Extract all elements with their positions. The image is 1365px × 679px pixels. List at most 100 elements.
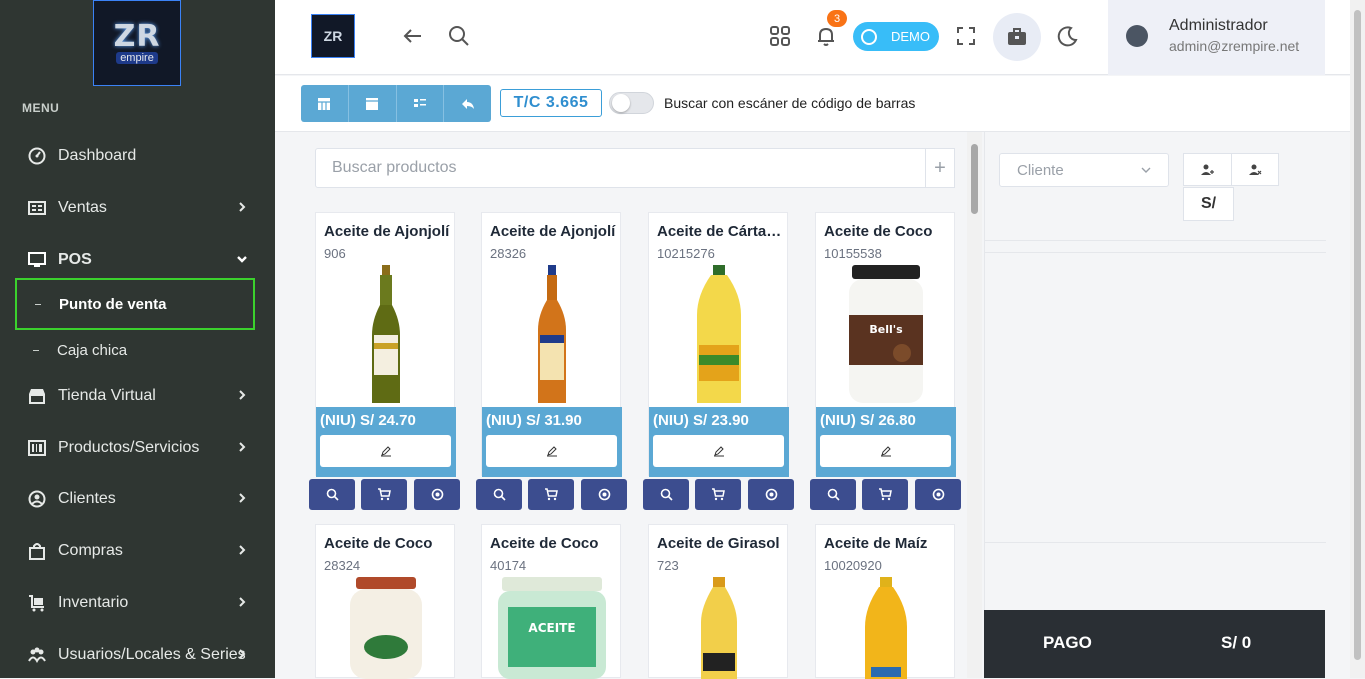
price-options-button[interactable] [915,479,961,510]
sidebar-item-label: POS [58,251,92,268]
product-card[interactable]: Aceite de Maíz 10020920 [815,524,955,679]
product-image [336,265,436,405]
pencil-icon [880,446,891,457]
moon-icon[interactable] [1056,24,1080,48]
logo-text: ZR [113,19,161,54]
product-name: Aceite de Coco [824,223,933,240]
product-card[interactable]: Aceite de Coco 10155538 Bell's (NIU) S/ … [815,212,956,477]
cart-icon [378,488,391,501]
price-options-button[interactable] [414,479,460,510]
pos-toolbar: T/C 3.665 Buscar con escáner de código d… [275,76,1365,132]
dashboard-icon [28,147,46,165]
topbar: ZR 3 DEMO Administrador admin@zrempire.n… [275,0,1365,75]
sidebar-item-compras[interactable]: Compras [0,531,275,571]
product-name: Aceite de Coco [324,535,433,552]
add-client-button[interactable] [1184,154,1232,185]
page-scrollbar-thumb[interactable] [1354,10,1361,660]
product-card[interactable]: Aceite de Coco 28324 [315,524,455,679]
products-scrollbar[interactable] [967,132,982,678]
sidebar-item-tienda-virtual[interactable]: Tienda Virtual [0,376,275,416]
view-product-button[interactable] [643,479,689,510]
add-to-cart-button[interactable] [528,479,574,510]
brand-logo[interactable]: ZR empire [93,0,181,86]
fullscreen-icon[interactable] [954,24,978,48]
view-product-button[interactable] [476,479,522,510]
product-image [669,577,769,679]
cart-icon [545,488,558,501]
product-card[interactable]: Aceite de Girasol 723 [648,524,788,679]
sidebar-item-clientes[interactable]: Clientes [0,479,275,519]
menu-title: MENU [22,101,60,115]
chevron-right-icon [239,390,246,400]
barcode-scanner-label: Buscar con escáner de código de barras [664,95,916,111]
edit-price-button[interactable] [486,435,617,467]
search-icon[interactable] [447,24,471,48]
topbar-logo[interactable]: ZR [311,14,355,58]
sidebar-subitem-label: Caja chica [57,341,128,359]
sidebar-item-ventas[interactable]: Ventas [0,188,275,228]
product-card[interactable]: Aceite de Ajonjolí 906 (NIU) S/ 24.70 [315,212,456,477]
price-options-button[interactable] [581,479,627,510]
sidebar-item-label: Clientes [58,490,116,507]
scrollbar-thumb[interactable] [971,144,978,214]
add-to-cart-button[interactable] [695,479,741,510]
coins-icon [932,488,944,501]
sidebar-item-productos-servicios[interactable]: Productos/Servicios [0,428,275,468]
cart-panel: Cliente S/ [984,132,1326,678]
product-code: 723 [657,558,679,573]
product-image [836,577,936,679]
search-icon [326,488,339,501]
cart-icon [879,488,892,501]
product-image: ACEITE [498,577,606,679]
total-amount: S/ 0 [1221,633,1252,652]
apps-grid-icon[interactable] [768,24,792,48]
detail-view-button[interactable] [396,85,445,122]
barcode-scanner-toggle[interactable] [609,92,654,114]
add-product-button[interactable]: + [926,148,955,188]
product-card[interactable]: Aceite de Coco 40174 ACEITE [481,524,621,679]
page-scrollbar[interactable] [1350,0,1365,678]
product-image [669,265,769,405]
currency-button[interactable]: S/ [1183,187,1234,221]
list-view-button[interactable] [348,85,397,122]
add-to-cart-button[interactable] [361,479,407,510]
sidebar-item-pos[interactable]: POS [0,240,275,280]
product-price: (NIU) S/ 26.80 [820,412,916,429]
user-circle-icon [28,490,46,508]
search-icon [827,488,840,501]
sidebar-item-usuarios[interactable]: Usuarios/Locales & Series [0,635,275,675]
user-plus-icon [1201,164,1215,175]
chevron-right-icon [239,442,246,452]
sidebar-item-inventario[interactable]: Inventario [0,583,275,623]
chevron-down-icon [237,256,247,263]
edit-price-button[interactable] [320,435,451,467]
product-image [502,265,602,405]
view-product-button[interactable] [810,479,856,510]
back-button[interactable] [444,85,491,122]
add-to-cart-button[interactable] [862,479,908,510]
demo-button[interactable]: DEMO [853,22,939,51]
edit-price-button[interactable] [653,435,784,467]
product-name: Aceite de Ajonjolí [490,223,616,240]
payment-bar[interactable]: PAGO S/ 0 [984,610,1325,678]
grid-view-button[interactable] [301,85,349,122]
user-menu[interactable]: Administrador admin@zrempire.net [1108,0,1325,75]
product-code: 10020920 [824,558,882,573]
product-card[interactable]: Aceite de Cártamo 10215276 (NIU) S/ 23.9… [648,212,789,477]
client-select[interactable]: Cliente [999,153,1169,187]
remove-client-button[interactable] [1232,154,1279,185]
product-search-input[interactable] [315,148,926,188]
bell-icon[interactable] [814,24,838,48]
sidebar-item-label: Usuarios/Locales & Series [58,646,246,663]
back-arrow-icon[interactable] [401,24,425,48]
sidebar-subitem-punto-de-venta[interactable]: Punto de venta [15,278,255,330]
search-icon [493,488,506,501]
briefcase-button[interactable] [993,13,1041,61]
edit-price-button[interactable] [820,435,951,467]
price-options-button[interactable] [748,479,794,510]
view-product-button[interactable] [309,479,355,510]
sidebar-subitem-caja-chica[interactable]: Caja chica [15,329,255,371]
product-card[interactable]: Aceite de Ajonjolí 28326 (NIU) S/ 31.90 [481,212,622,477]
sidebar-item-dashboard[interactable]: Dashboard [0,136,275,176]
sidebar-item-label: Compras [58,542,123,559]
